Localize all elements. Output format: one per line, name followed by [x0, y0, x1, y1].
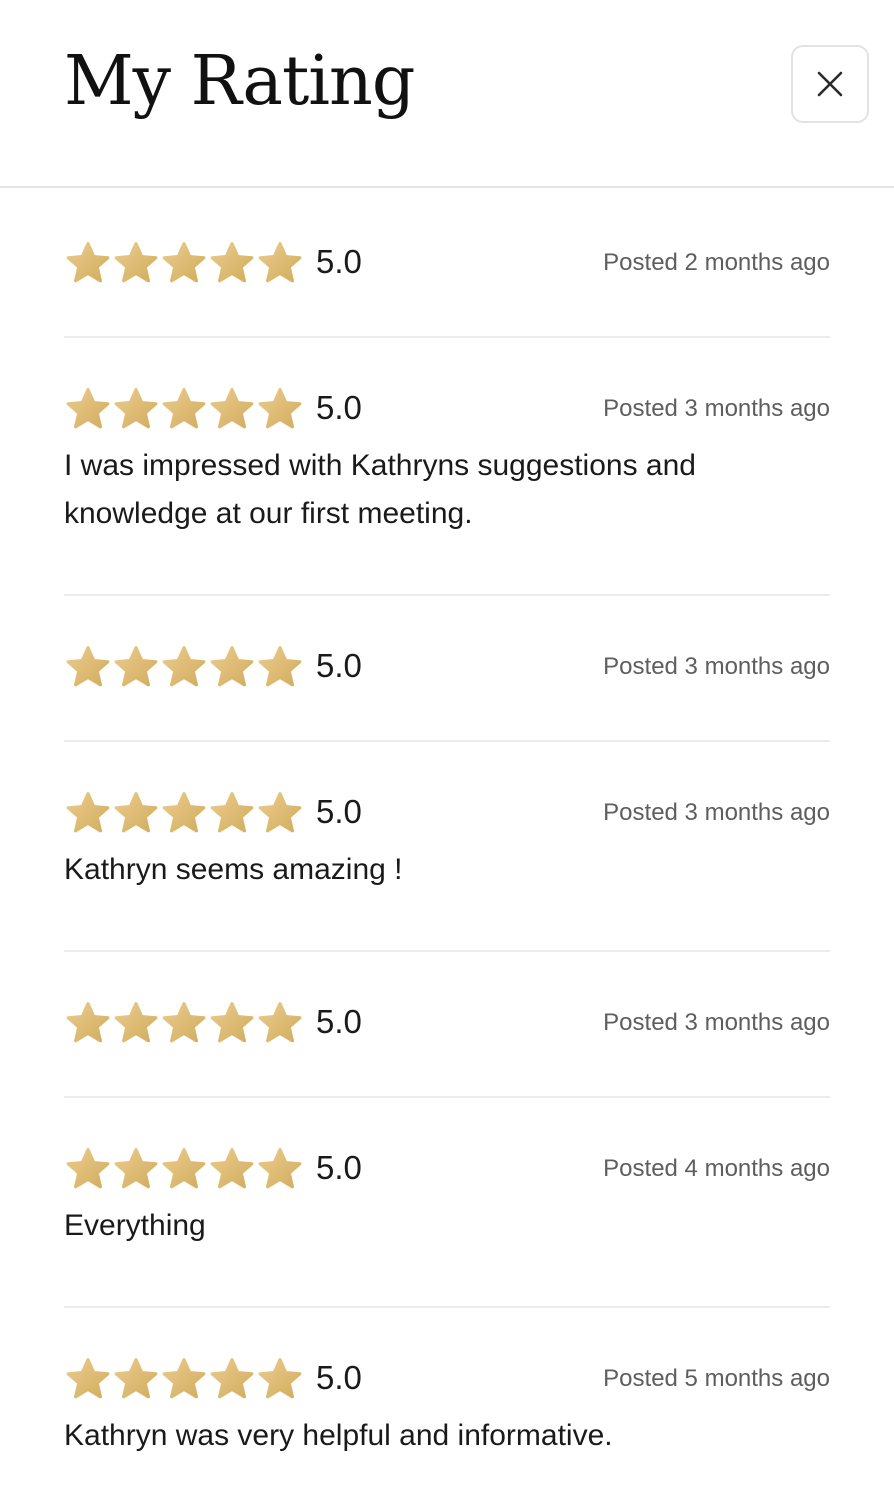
rating-score: 5.0 [316, 793, 362, 830]
star-rating [64, 1000, 304, 1044]
star-icon [162, 1148, 206, 1189]
review-item: 5.0 Posted 3 months ago [64, 994, 830, 1098]
star-icon [258, 1358, 302, 1399]
star-icon [258, 388, 302, 429]
star-icon [210, 388, 254, 429]
star-icon [66, 242, 110, 283]
star-icon [114, 242, 158, 283]
star-icon [162, 1002, 206, 1043]
star-icon [258, 1148, 302, 1189]
star-icon [210, 792, 254, 833]
star-icon [66, 1148, 110, 1189]
star-icon [162, 242, 206, 283]
star-icon [114, 646, 158, 687]
review-comment: Everything [64, 1209, 206, 1242]
star-rating [64, 1356, 304, 1400]
star-icon [258, 1002, 302, 1043]
modal-header: My Rating [0, 0, 894, 188]
rating-score: 5.0 [316, 1003, 362, 1040]
close-button[interactable] [791, 45, 869, 123]
rating-score: 5.0 [316, 1359, 362, 1396]
star-rating [64, 644, 304, 688]
star-icon [66, 1002, 110, 1043]
star-icon [258, 646, 302, 687]
review-item: 5.0 Posted 3 months ago Kathryn seems am… [64, 784, 830, 952]
star-icon [162, 646, 206, 687]
star-icon [162, 1358, 206, 1399]
rating-score: 5.0 [316, 243, 362, 280]
posted-time: Posted 5 months ago [603, 1365, 830, 1392]
star-icon [114, 1002, 158, 1043]
review-item: 5.0 Posted 4 months ago Everything [64, 1140, 830, 1308]
review-comment: I was impressed with Kathryns suggestion… [64, 449, 696, 530]
star-icon [114, 388, 158, 429]
page-title: My Rating [64, 42, 415, 121]
star-icon [66, 646, 110, 687]
star-icon [162, 792, 206, 833]
star-rating [64, 1146, 304, 1190]
review-comment: Kathryn was very helpful and informative… [64, 1419, 613, 1452]
star-icon [210, 1358, 254, 1399]
review-item: 5.0 Posted 5 months ago Kathryn was very… [64, 1350, 830, 1490]
posted-time: Posted 3 months ago [603, 395, 830, 422]
posted-time: Posted 2 months ago [603, 249, 830, 276]
star-icon [162, 388, 206, 429]
posted-time: Posted 3 months ago [603, 653, 830, 680]
star-rating [64, 790, 304, 834]
star-icon [210, 1002, 254, 1043]
star-icon [210, 1148, 254, 1189]
posted-time: Posted 3 months ago [603, 1009, 830, 1036]
star-icon [210, 242, 254, 283]
rating-score: 5.0 [316, 389, 362, 426]
star-icon [210, 646, 254, 687]
star-icon [66, 792, 110, 833]
star-icon [258, 792, 302, 833]
star-icon [258, 242, 302, 283]
review-item: 5.0 Posted 3 months ago [64, 638, 830, 742]
posted-time: Posted 4 months ago [603, 1155, 830, 1182]
star-rating [64, 386, 304, 430]
review-item: 5.0 Posted 2 months ago [64, 234, 830, 338]
star-icon [114, 1148, 158, 1189]
rating-score: 5.0 [316, 647, 362, 684]
star-icon [66, 388, 110, 429]
star-icon [114, 1358, 158, 1399]
rating-score: 5.0 [316, 1149, 362, 1186]
close-icon [817, 71, 843, 97]
review-comment: Kathryn seems amazing ! [64, 853, 403, 886]
star-icon [114, 792, 158, 833]
review-item: 5.0 Posted 3 months ago I was impressed … [64, 380, 830, 596]
posted-time: Posted 3 months ago [603, 799, 830, 826]
star-icon [66, 1358, 110, 1399]
star-rating [64, 240, 304, 284]
